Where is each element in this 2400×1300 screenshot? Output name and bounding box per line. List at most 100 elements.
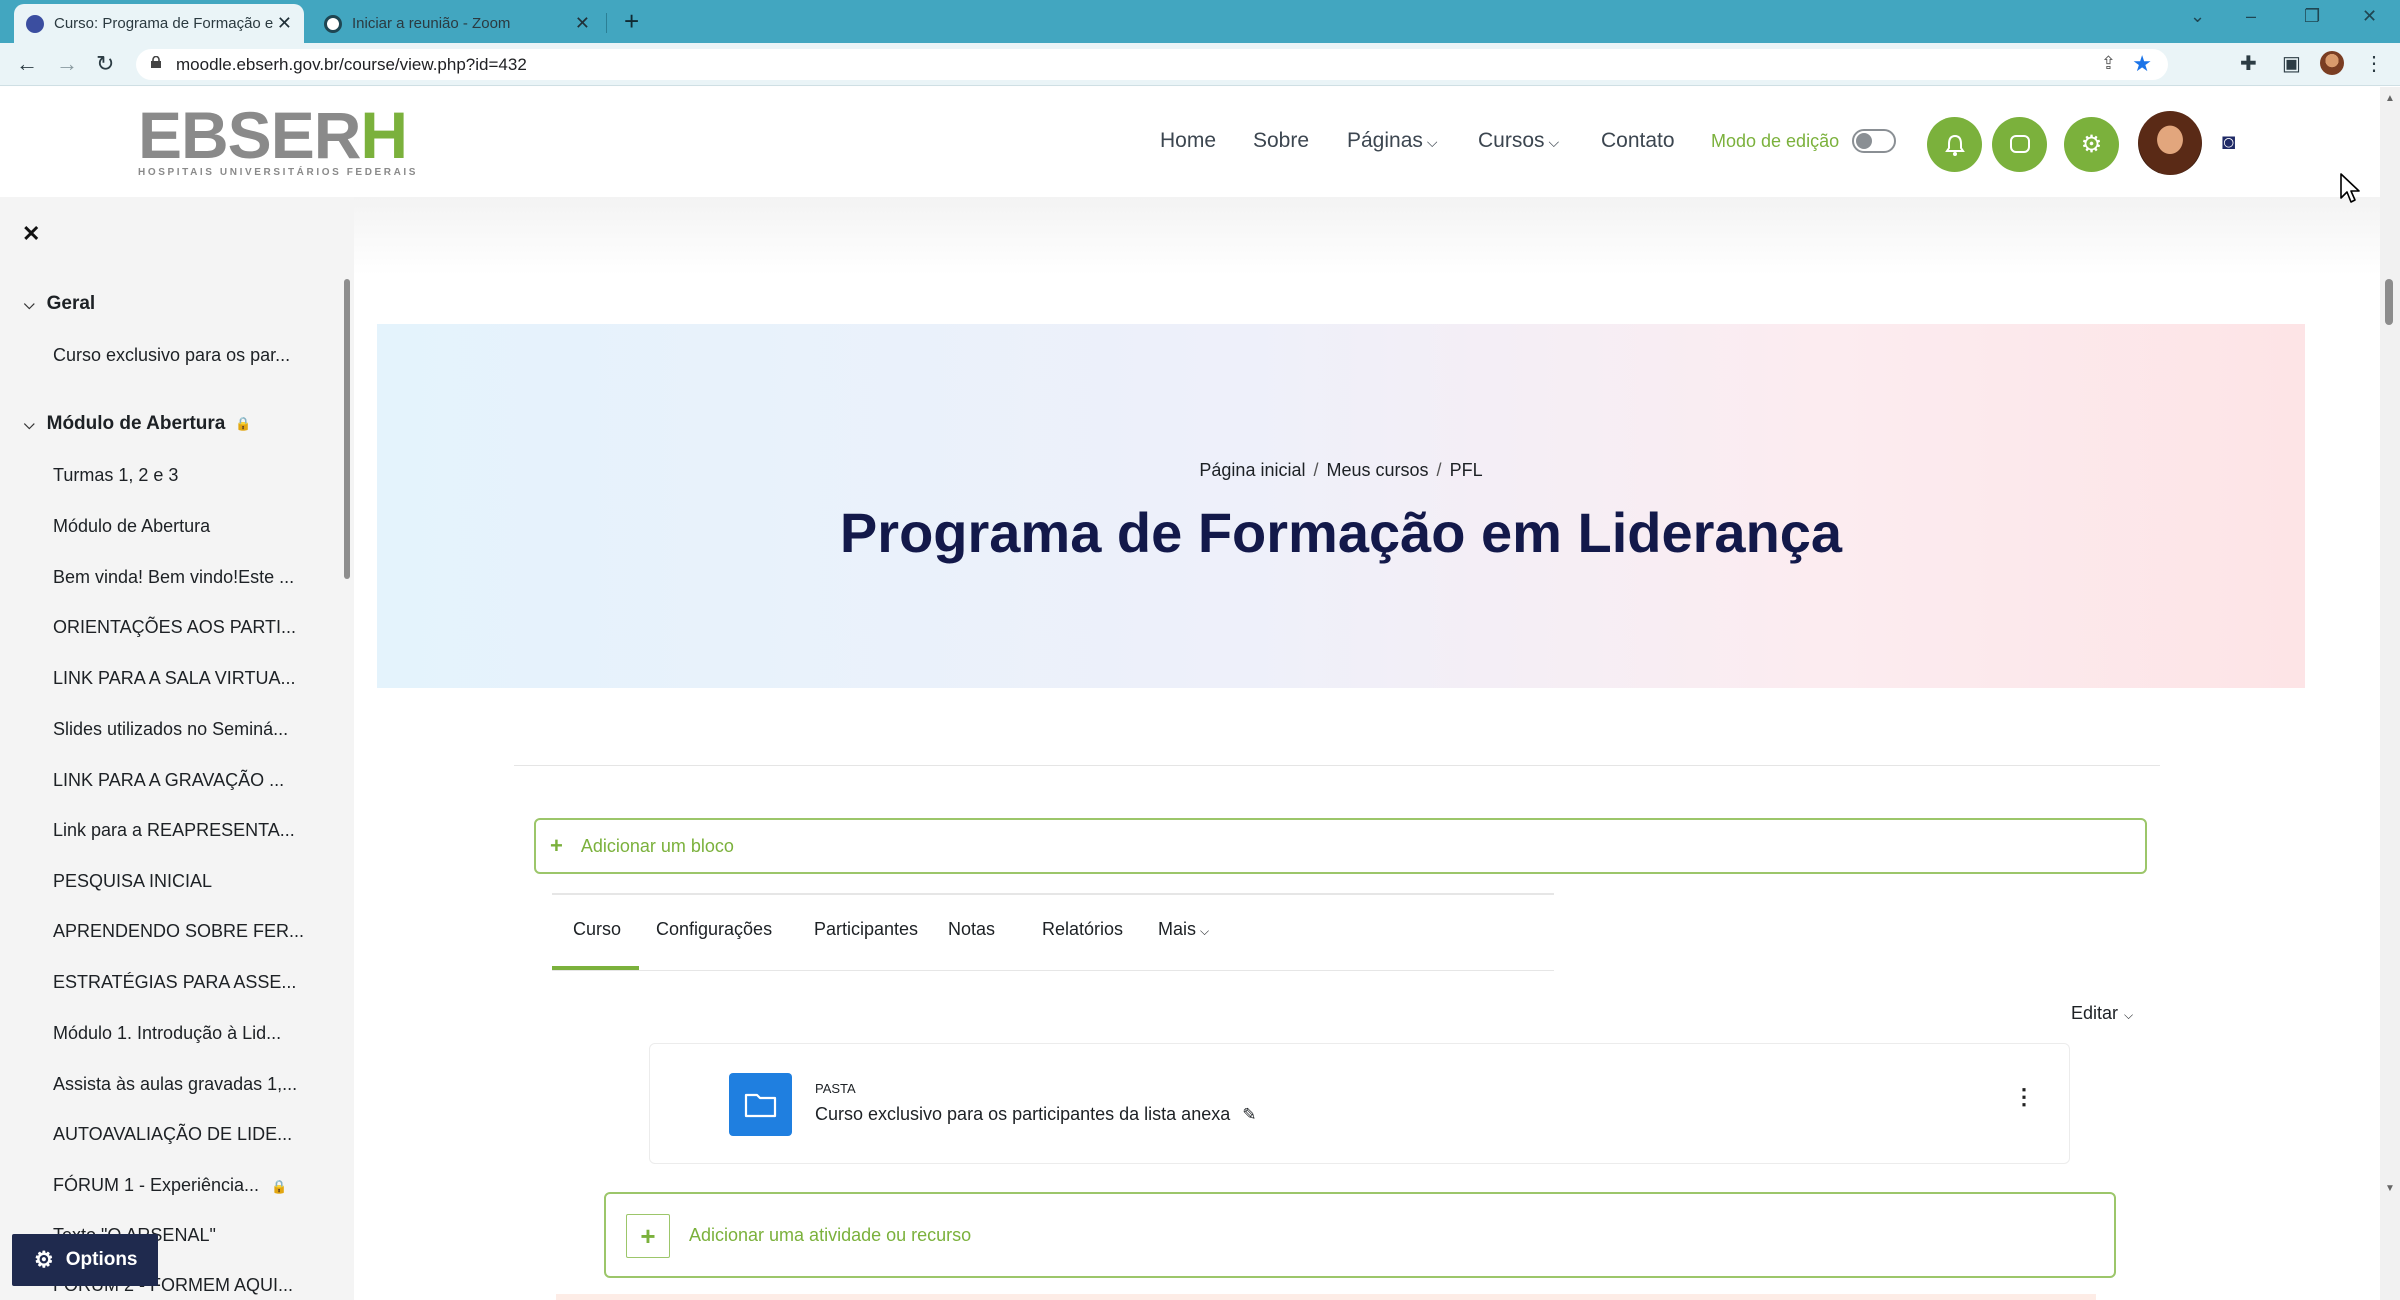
moodle-favicon-icon — [26, 14, 44, 33]
url-text[interactable]: moodle.ebserh.gov.br/course/view.php?id=… — [176, 55, 527, 75]
drawer-item[interactable]: Link para a REAPRESENTA... — [53, 820, 295, 841]
drawer-item[interactable]: AUTOAVALIAÇÃO DE LIDE... — [53, 1124, 292, 1145]
side-panel-icon[interactable]: ▣ — [2282, 51, 2301, 76]
restore-icon[interactable]: ❐ — [2304, 6, 2320, 27]
breadcrumb: Página inicial / Meus cursos / PFL — [377, 460, 2305, 481]
extensions-icon[interactable]: ✚ — [2240, 51, 2257, 76]
lock-icon — [151, 56, 161, 68]
tab-notas[interactable]: Notas — [948, 919, 995, 940]
page-title: Programa de Formação em Liderança — [839, 501, 1843, 564]
course-index-drawer: ✕ ⌵ Geral Curso exclusivo para os par...… — [0, 197, 354, 1300]
browser-toolbar: ← → ↻ moodle.ebserh.gov.br/course/view.p… — [0, 43, 2400, 86]
tab-search-icon[interactable]: ⌄ — [2190, 6, 2205, 27]
forward-icon[interactable]: → — [56, 51, 78, 77]
drawer-item[interactable]: ESTRATÉGIAS PARA ASSE... — [53, 972, 296, 993]
options-label: Options — [65, 1249, 138, 1270]
drawer-item[interactable]: LINK PARA A GRAVAÇÃO ... — [53, 770, 284, 791]
toolbox-icon[interactable]: ◙ — [2222, 129, 2235, 155]
user-avatar[interactable] — [2138, 111, 2202, 175]
profile-avatar-icon[interactable] — [2320, 51, 2344, 75]
chevron-down-icon[interactable]: ⌵ — [24, 416, 35, 433]
section-geral[interactable]: ⌵ Geral — [24, 293, 95, 315]
close-drawer-icon[interactable]: ✕ — [22, 221, 40, 247]
notifications-bell-icon[interactable] — [1927, 117, 1982, 172]
logo-text: EBSER — [138, 98, 361, 172]
folder-glyph — [744, 1093, 777, 1118]
tab-configuracoes[interactable]: Configurações — [656, 919, 772, 940]
add-activity-label: Adicionar uma atividade ou recurso — [689, 1225, 972, 1245]
minimize-icon[interactable]: – — [2246, 6, 2256, 27]
logo-subtitle: HOSPITAIS UNIVERSITÁRIOS FEDERAIS — [138, 167, 419, 178]
scrollbar-thumb[interactable] — [2385, 279, 2393, 325]
drawer-scrollbar[interactable] — [344, 279, 350, 579]
chevron-down-icon: ⌵ — [1200, 924, 1210, 938]
messages-icon[interactable] — [1992, 117, 2047, 172]
nav-home[interactable]: Home — [1160, 129, 1216, 153]
ebserh-logo[interactable]: EBSERH HOSPITAIS UNIVERSITÁRIOS FEDERAIS — [138, 102, 419, 178]
add-activity-button[interactable]: + Adicionar uma atividade ou recurso — [604, 1192, 2116, 1278]
edit-menu-dropdown[interactable]: Editar ⌵ — [2071, 1003, 2133, 1024]
tab-curso[interactable]: Curso — [573, 919, 621, 940]
activity-name: Curso exclusivo para os participantes da… — [815, 1104, 1231, 1124]
tab-separator — [606, 13, 607, 33]
bookmark-star-icon[interactable]: ★ — [2132, 51, 2152, 77]
add-block-button[interactable]: + Adicionar um bloco — [534, 818, 2147, 874]
back-icon[interactable]: ← — [16, 51, 38, 77]
section-modulo-abertura[interactable]: ⌵ Módulo de Abertura 🔒 — [24, 413, 252, 435]
browser-tab-course[interactable]: Curso: Programa de Formação em ✕ — [14, 4, 304, 43]
divider — [514, 765, 2160, 766]
drawer-item[interactable]: Curso exclusivo para os par... — [53, 345, 290, 366]
drawer-item[interactable]: LINK PARA A SALA VIRTUA... — [53, 668, 295, 689]
settings-gear-icon[interactable]: ⚙ — [2064, 117, 2119, 172]
scroll-up-arrow-icon[interactable]: ▲ — [2385, 93, 2395, 104]
tab-mais[interactable]: Mais ⌵ — [1158, 919, 1209, 940]
drawer-item[interactable]: Slides utilizados no Seminá... — [53, 719, 288, 740]
edit-mode-toggle[interactable] — [1852, 129, 1896, 153]
breadcrumb-home[interactable]: Página inicial — [1199, 460, 1305, 480]
browser-tab-title: Iniciar a reunião - Zoom — [352, 15, 511, 32]
tab-relatorios[interactable]: Relatórios — [1042, 919, 1123, 940]
chevron-down-icon[interactable]: ⌵ — [24, 296, 35, 313]
breadcrumb-my-courses[interactable]: Meus cursos — [1327, 460, 1429, 480]
close-tab-icon[interactable]: ✕ — [277, 13, 292, 34]
nav-paginas-label: Páginas — [1347, 129, 1423, 152]
drawer-item[interactable]: Bem vinda! Bem vindo!Este ... — [53, 567, 294, 588]
browser-menu-icon[interactable]: ⋮ — [2364, 51, 2384, 76]
breadcrumb-course[interactable]: PFL — [1450, 460, 1483, 480]
new-tab-button[interactable]: + — [624, 6, 639, 36]
browser-tab-zoom[interactable]: Iniciar a reunião - Zoom ✕ — [312, 4, 602, 43]
main-content: Página inicial / Meus cursos / PFL Programa … — [354, 197, 2380, 1300]
close-window-icon[interactable]: ✕ — [2362, 6, 2377, 27]
edit-menu-label: Editar — [2071, 1003, 2119, 1023]
tab-participantes[interactable]: Participantes — [814, 919, 918, 940]
drawer-item[interactable]: APRENDENDO SOBRE FER... — [53, 921, 304, 942]
options-button[interactable]: ⚙ Options — [12, 1234, 158, 1286]
nav-paginas[interactable]: Páginas ⌵ — [1347, 129, 1438, 153]
page-scrollbar[interactable]: ▲ ▼ — [2380, 87, 2400, 1300]
lock-icon: 🔒 — [235, 416, 252, 431]
scroll-down-arrow-icon[interactable]: ▼ — [2385, 1183, 2395, 1194]
activity-item-folder: PASTA Curso exclusivo para os participan… — [649, 1043, 2070, 1164]
share-icon[interactable]: ⇪ — [2101, 53, 2116, 74]
plus-icon: + — [550, 833, 563, 858]
address-bar[interactable]: moodle.ebserh.gov.br/course/view.php?id=… — [136, 49, 2168, 80]
reload-icon[interactable]: ↻ — [96, 51, 114, 77]
drawer-item[interactable]: Turmas 1, 2 e 3 — [53, 465, 178, 486]
nav-sobre[interactable]: Sobre — [1253, 129, 1309, 153]
header-shadow — [354, 197, 2380, 275]
drawer-item[interactable]: Módulo de Abertura — [53, 516, 210, 537]
gear-icon: ⚙ — [34, 1247, 54, 1272]
close-tab-icon[interactable]: ✕ — [575, 13, 590, 34]
drawer-item-locked[interactable]: FÓRUM 1 - Experiência... 🔒 — [53, 1175, 287, 1196]
activity-name-link[interactable]: Curso exclusivo para os participantes da… — [815, 1104, 1256, 1125]
folder-icon[interactable] — [729, 1073, 792, 1136]
drawer-item[interactable]: Assista às aulas gravadas 1,... — [53, 1074, 297, 1095]
globe-icon — [324, 14, 342, 33]
activity-actions-menu-icon[interactable]: ⋮ — [2013, 1084, 2035, 1110]
drawer-item[interactable]: Módulo 1. Introdução à Lid... — [53, 1023, 281, 1044]
drawer-item[interactable]: ORIENTAÇÕES AOS PARTI... — [53, 617, 296, 638]
drawer-item[interactable]: PESQUISA INICIAL — [53, 871, 212, 892]
pencil-edit-icon[interactable]: ✎ — [1242, 1105, 1256, 1124]
nav-contato[interactable]: Contato — [1601, 129, 1675, 153]
nav-cursos[interactable]: Cursos ⌵ — [1478, 129, 1559, 153]
